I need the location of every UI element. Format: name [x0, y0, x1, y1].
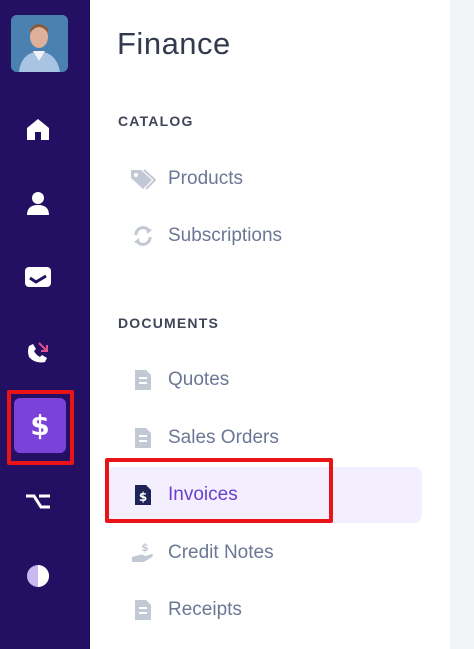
user-icon[interactable] — [19, 184, 57, 222]
invoice-icon: $ — [130, 482, 156, 508]
flow-icon[interactable] — [19, 482, 57, 520]
inbox-icon[interactable] — [19, 258, 57, 296]
svg-text:$: $ — [139, 490, 147, 504]
nav-item-invoices[interactable]: $ Invoices — [106, 467, 422, 523]
nav-item-label: Sales Orders — [168, 427, 279, 448]
svg-text:$: $ — [141, 541, 149, 554]
icon-rail: $ — [0, 0, 90, 649]
nav-item-credit-notes[interactable]: $ Credit Notes — [106, 525, 422, 581]
nav-item-label: Quotes — [168, 369, 230, 390]
page-title: Finance — [117, 26, 231, 61]
avatar[interactable] — [11, 15, 68, 72]
nav-item-sales-orders[interactable]: Sales Orders — [106, 410, 422, 466]
nav-item-label: Credit Notes — [168, 542, 274, 563]
nav-item-label: Receipts — [168, 599, 242, 620]
tag-icon — [130, 166, 156, 192]
nav-item-label: Products — [168, 168, 243, 189]
hand-coin-icon: $ — [130, 540, 156, 566]
nav-item-receipts[interactable]: Receipts — [106, 582, 422, 638]
document-icon — [130, 597, 156, 623]
nav-item-products[interactable]: Products — [106, 151, 422, 207]
content-area-edge — [450, 0, 474, 649]
document-icon — [130, 367, 156, 393]
dollar-icon[interactable]: $ — [14, 398, 66, 453]
refresh-icon — [130, 223, 156, 249]
section-heading-catalog: CATALOG — [118, 113, 194, 129]
nav-item-subscriptions[interactable]: Subscriptions — [106, 208, 422, 264]
nav-item-label: Subscriptions — [168, 225, 283, 246]
section-heading-documents: DOCUMENTS — [118, 315, 220, 331]
phone-icon[interactable] — [19, 334, 57, 372]
avatar-image — [11, 15, 68, 72]
nav-item-label: Invoices — [168, 484, 238, 505]
pie-chart-icon[interactable] — [19, 557, 57, 595]
home-icon[interactable] — [19, 110, 57, 148]
nav-item-quotes[interactable]: Quotes — [106, 352, 422, 408]
document-icon — [130, 425, 156, 451]
